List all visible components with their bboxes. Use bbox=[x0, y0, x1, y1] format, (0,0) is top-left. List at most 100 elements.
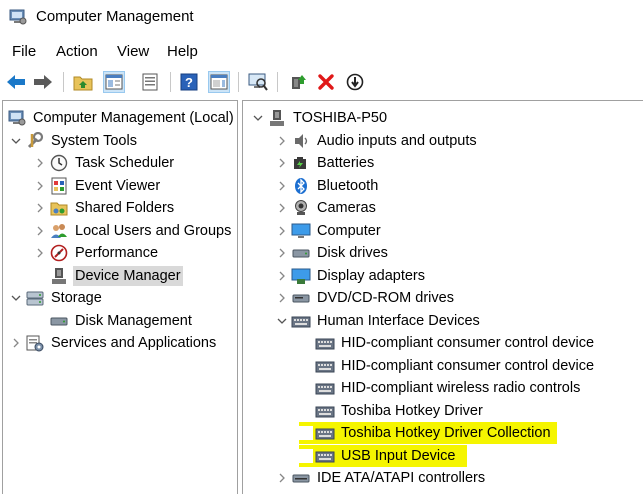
computer-device-icon bbox=[267, 108, 287, 128]
hid-device-icon bbox=[315, 378, 335, 398]
chevron-right-icon[interactable] bbox=[275, 471, 289, 485]
toolbar-separator bbox=[238, 72, 239, 92]
tree-item-label: Local Users and Groups bbox=[75, 223, 232, 239]
disk-drive-icon bbox=[291, 243, 311, 263]
chevron-right-icon[interactable] bbox=[33, 156, 47, 170]
bluetooth-icon bbox=[291, 176, 311, 196]
chevron-down-icon[interactable] bbox=[275, 314, 289, 328]
back-arrow-icon[interactable] bbox=[5, 71, 27, 93]
toolbar: ? bbox=[0, 68, 643, 98]
chevron-right-icon[interactable] bbox=[33, 246, 47, 260]
category-computer[interactable]: Computer bbox=[275, 220, 383, 242]
forward-arrow-icon[interactable] bbox=[32, 71, 54, 93]
scan-hardware-icon[interactable] bbox=[247, 71, 269, 93]
menu-bar: File Action View Help bbox=[0, 40, 643, 66]
device-label: HID-compliant consumer control device bbox=[341, 358, 595, 374]
category-label: Bluetooth bbox=[317, 178, 379, 194]
device-toshiba-hotkey-driver-collection[interactable]: Toshiba Hotkey Driver Collection bbox=[299, 422, 557, 444]
chevron-right-icon[interactable] bbox=[275, 224, 289, 238]
category-cameras[interactable]: Cameras bbox=[275, 197, 378, 219]
category-display-adapters[interactable]: Display adapters bbox=[275, 265, 427, 287]
toolbar-separator bbox=[63, 72, 64, 92]
performance-icon bbox=[49, 243, 69, 263]
chevron-right-icon[interactable] bbox=[9, 336, 23, 350]
chevron-right-icon[interactable] bbox=[275, 291, 289, 305]
tree-item-storage[interactable]: Storage bbox=[9, 287, 104, 309]
device-root-computer[interactable]: TOSHIBA-P50 bbox=[251, 107, 389, 129]
window-title: Computer Management bbox=[36, 8, 194, 25]
category-dvd-drives[interactable]: DVD/CD-ROM drives bbox=[275, 287, 456, 309]
toolbar-separator bbox=[277, 72, 278, 92]
camera-icon bbox=[291, 198, 311, 218]
category-disk-drives[interactable]: Disk drives bbox=[275, 242, 390, 264]
category-label: DVD/CD-ROM drives bbox=[317, 290, 454, 306]
tree-item-event-viewer[interactable]: Event Viewer bbox=[33, 175, 162, 197]
device-toshiba-hotkey-driver[interactable]: Toshiba Hotkey Driver bbox=[299, 400, 485, 422]
help-icon[interactable]: ? bbox=[178, 71, 200, 93]
tree-item-services-applications[interactable]: Services and Applications bbox=[9, 332, 218, 354]
chevron-right-icon[interactable] bbox=[33, 201, 47, 215]
device-tree-pane[interactable]: TOSHIBA-P50 Audio inputs and outputs Bat… bbox=[242, 100, 643, 494]
category-ide[interactable]: IDE ATA/ATAPI controllers bbox=[275, 467, 487, 489]
tree-item-device-manager[interactable]: Device Manager bbox=[33, 265, 183, 287]
category-audio[interactable]: Audio inputs and outputs bbox=[275, 130, 479, 152]
device-label: Toshiba Hotkey Driver Collection bbox=[341, 425, 551, 441]
chevron-right-icon[interactable] bbox=[275, 246, 289, 260]
category-label: Disk drives bbox=[317, 245, 388, 261]
up-folder-icon[interactable] bbox=[72, 71, 94, 93]
category-batteries[interactable]: Batteries bbox=[275, 152, 376, 174]
device-hid-consumer-control[interactable]: HID-compliant consumer control device bbox=[299, 332, 596, 354]
update-driver-icon[interactable] bbox=[287, 71, 309, 93]
device-label: HID-compliant wireless radio controls bbox=[341, 380, 581, 396]
chevron-down-icon[interactable] bbox=[251, 111, 265, 125]
monitor-icon bbox=[291, 221, 311, 241]
storage-icon bbox=[25, 288, 45, 308]
device-hid-wireless-radio[interactable]: HID-compliant wireless radio controls bbox=[299, 377, 582, 399]
tree-item-label: Shared Folders bbox=[75, 200, 175, 216]
toolbar-separator bbox=[170, 72, 171, 92]
device-usb-input-device[interactable]: USB Input Device bbox=[299, 445, 468, 467]
tree-item-computer-management[interactable]: Computer Management (Local) bbox=[7, 107, 236, 129]
chevron-right-icon[interactable] bbox=[33, 224, 47, 238]
chevron-down-icon[interactable] bbox=[9, 291, 23, 305]
computer-name: TOSHIBA-P50 bbox=[293, 110, 388, 126]
tree-item-performance[interactable]: Performance bbox=[33, 242, 160, 264]
tree-item-shared-folders[interactable]: Shared Folders bbox=[33, 197, 176, 219]
chevron-right-icon[interactable] bbox=[275, 134, 289, 148]
console-tree-pane[interactable]: Computer Management (Local) System Tools… bbox=[2, 100, 238, 494]
hid-icon bbox=[291, 311, 311, 331]
menu-help[interactable]: Help bbox=[167, 43, 198, 60]
tree-item-task-scheduler[interactable]: Task Scheduler bbox=[33, 152, 176, 174]
menu-file[interactable]: File bbox=[12, 43, 36, 60]
category-label: IDE ATA/ATAPI controllers bbox=[317, 470, 486, 486]
chevron-right-icon[interactable] bbox=[275, 179, 289, 193]
category-hid[interactable]: Human Interface Devices bbox=[275, 310, 482, 332]
uninstall-device-icon[interactable] bbox=[315, 71, 337, 93]
show-hide-tree-icon[interactable] bbox=[103, 71, 125, 93]
tree-item-label: Event Viewer bbox=[75, 178, 161, 194]
hid-device-icon bbox=[315, 401, 335, 421]
tree-item-system-tools[interactable]: System Tools bbox=[9, 130, 139, 152]
chevron-right-icon[interactable] bbox=[275, 269, 289, 283]
properties-icon[interactable] bbox=[139, 71, 161, 93]
tree-item-label: Disk Management bbox=[75, 313, 192, 329]
chevron-right-icon[interactable] bbox=[275, 156, 289, 170]
chevron-right-icon[interactable] bbox=[33, 179, 47, 193]
chevron-down-icon[interactable] bbox=[9, 134, 23, 148]
category-bluetooth[interactable]: Bluetooth bbox=[275, 175, 380, 197]
chevron-right-icon[interactable] bbox=[275, 201, 289, 215]
device-label: HID-compliant consumer control device bbox=[341, 335, 595, 351]
tree-item-label: Services and Applications bbox=[51, 335, 217, 351]
device-hid-consumer-control[interactable]: HID-compliant consumer control device bbox=[299, 355, 596, 377]
tree-item-disk-management[interactable]: Disk Management bbox=[33, 310, 194, 332]
ide-controller-icon bbox=[291, 468, 311, 488]
menu-action[interactable]: Action bbox=[56, 43, 98, 60]
tools-icon bbox=[25, 131, 45, 151]
category-label: Cameras bbox=[317, 200, 376, 216]
show-action-pane-icon[interactable] bbox=[208, 71, 230, 93]
menu-view[interactable]: View bbox=[117, 43, 149, 60]
tree-item-local-users[interactable]: Local Users and Groups bbox=[33, 220, 233, 242]
clock-icon bbox=[49, 153, 69, 173]
disable-device-icon[interactable] bbox=[344, 71, 366, 93]
hid-device-icon bbox=[315, 446, 335, 466]
